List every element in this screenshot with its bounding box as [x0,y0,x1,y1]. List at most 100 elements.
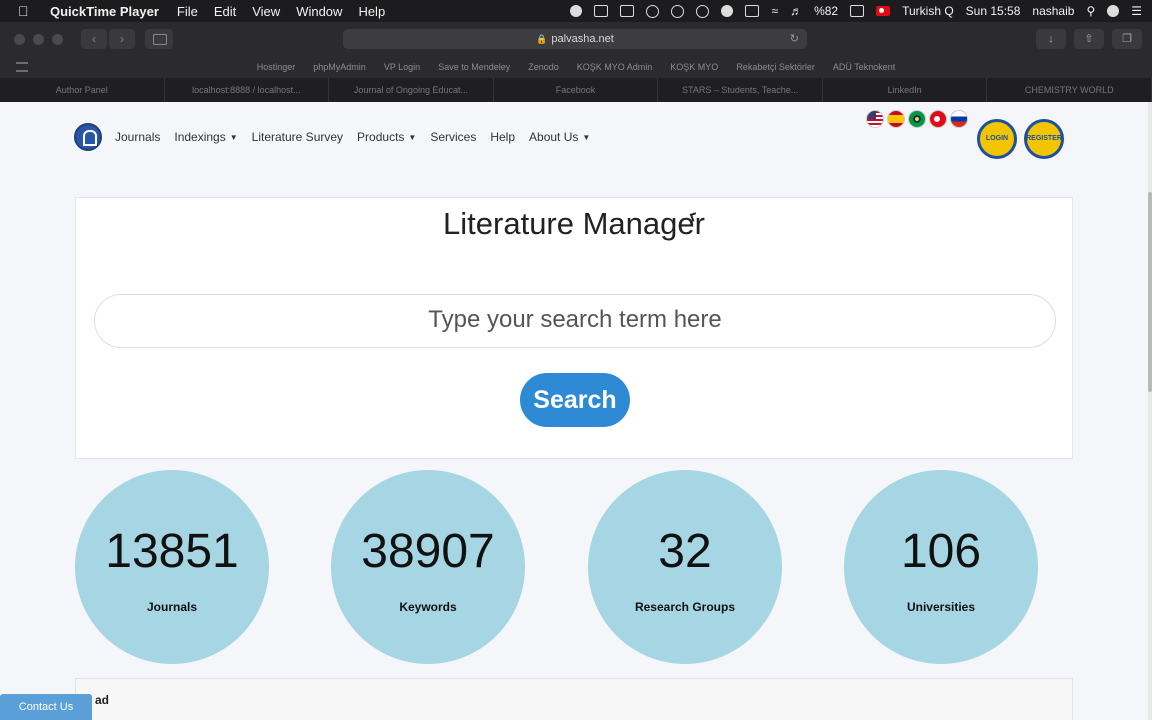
bookmarks-grid-icon[interactable] [16,62,28,72]
browser-tab[interactable]: Author Panel [0,78,165,102]
spotlight-search-icon[interactable]: ⚲ [1086,4,1095,18]
screenshot-icon[interactable] [620,5,635,17]
nav-about-us-label: About Us [529,130,579,144]
caret-down-icon: ▼ [229,133,238,142]
login-button[interactable]: LOGIN [977,119,1017,159]
browser-tab[interactable]: LinkedIn [823,78,988,102]
english-flag-icon[interactable] [866,110,884,128]
panel-heading: ad [95,693,110,707]
stat-label: Research Groups [634,600,736,614]
cloud-icon[interactable] [671,4,685,18]
bookmark-item[interactable]: Hostinger [257,62,296,72]
close-window-button[interactable] [14,33,25,45]
stat-research-groups: 32 Research Groups [588,470,782,664]
time-machine-icon[interactable] [696,4,710,18]
search-input[interactable]: Type your search term here [94,294,1056,348]
downloads-icon[interactable]: ↓ [1036,29,1066,49]
nav-indexings-label: Indexings [174,130,226,144]
nav-about-us[interactable]: About Us ▼ [529,130,590,144]
bluetooth-icon[interactable] [721,5,734,17]
bookmark-item[interactable]: ADÜ Teknokent [833,62,895,72]
nav-literature-survey-label: Literature Survey [251,130,344,144]
browser-tab[interactable]: CHEMISTRY WORLD [987,78,1152,102]
bookmark-item[interactable]: VP Login [384,62,420,72]
share-icon[interactable]: ⇧ [1074,29,1104,49]
battery-icon[interactable] [850,5,865,17]
stat-label: Keywords [399,600,457,614]
bookmark-item[interactable]: KOŞK MYO [670,62,718,72]
battery-percent[interactable]: %82 [814,4,838,18]
sidebar-toggle-icon[interactable] [145,29,173,49]
bookmark-item[interactable]: Save to Mendeley [438,62,510,72]
history-buttons: ‹ › [81,29,135,49]
keyboard-icon[interactable] [745,5,760,17]
web-page: Journals Indexings ▼ Literature Survey Pr… [0,102,1148,720]
spanish-flag-icon[interactable] [887,110,905,128]
tab-overview-icon[interactable]: ❐ [1112,29,1142,49]
wifi-icon[interactable]: ≈ [771,4,778,18]
portuguese-flag-icon[interactable] [908,110,926,128]
nav-services-label: Services [430,130,477,144]
nav-help[interactable]: Help [490,130,515,144]
record-icon[interactable] [570,5,583,17]
apple-menu-icon[interactable]:  [18,3,34,19]
nav-products-label: Products [357,130,405,144]
register-button[interactable]: REGISTER [1024,119,1064,159]
browser-tab[interactable]: Journal of Ongoing Educat... [329,78,494,102]
status-area: ≈ ♬ %82 Turkish Q Sun 15:58 nashaib ⚲ ☰ [570,0,1142,22]
browser-tab[interactable]: Facebook [494,78,659,102]
clock[interactable]: Sun 15:58 [966,4,1021,18]
menu-help[interactable]: Help [358,4,385,19]
minimize-window-button[interactable] [33,33,44,45]
stat-label: Journals [146,600,197,614]
nav-indexings[interactable]: Indexings ▼ [174,130,237,144]
input-source[interactable]: Turkish Q [902,4,954,18]
tab-bar: Author Panel localhost:8888 / localhost.… [0,78,1152,102]
caret-down-icon: ▼ [408,133,417,142]
nav-literature-survey[interactable]: Literature Survey [252,130,343,144]
bookmark-item[interactable]: phpMyAdmin [313,62,366,72]
user-name[interactable]: nashaib [1032,4,1074,18]
stat-value: 32 [658,525,712,578]
content-panel: ad [75,678,1073,720]
menu-window[interactable]: Window [296,4,342,19]
menu-edit[interactable]: Edit [214,4,236,19]
bookmark-item[interactable]: Zenodo [528,62,559,72]
language-flags [866,110,968,128]
zoom-window-button[interactable] [52,33,63,45]
page-scrollbar[interactable] [1148,102,1152,720]
nav-journals[interactable]: Journals [115,130,160,144]
turkish-flag-icon[interactable] [876,6,891,16]
menu-view[interactable]: View [252,4,280,19]
browser-tab[interactable]: localhost:8888 / localhost... [165,78,330,102]
stat-journals: 13851 Journals [75,470,269,664]
siri-icon[interactable] [1107,5,1120,17]
bookmark-item[interactable]: KOŞK MYO Admin [577,62,653,72]
nav-help-label: Help [490,130,516,144]
ghost-icon[interactable] [646,4,660,18]
stat-label: Universities [906,600,976,614]
bookmark-item[interactable]: Rekabetçi Sektörler [736,62,815,72]
nav-products[interactable]: Products ▼ [357,130,416,144]
forward-button[interactable]: › [109,29,135,49]
scrollbar-thumb[interactable] [1148,192,1152,392]
back-button[interactable]: ‹ [81,29,107,49]
dropbox-icon[interactable] [594,5,609,17]
nav-services[interactable]: Services [430,130,476,144]
russian-flag-icon[interactable] [950,110,968,128]
toolbar-actions: ↓ ⇧ ❐ [1036,29,1142,49]
stat-value: 13851 [105,525,239,578]
app-menu-name[interactable]: QuickTime Player [50,4,159,19]
reload-icon[interactable]: ↻ [790,29,799,49]
browser-tab[interactable]: STARS – Students, Teache... [658,78,823,102]
site-logo-icon[interactable] [74,123,102,151]
search-button[interactable]: Search [520,373,630,427]
volume-icon[interactable]: ♬ [790,4,802,18]
contact-us-button[interactable]: Contact Us [0,694,92,720]
lock-icon: 🔒 [536,34,548,44]
menu-file[interactable]: File [177,4,198,19]
address-bar[interactable]: 🔒 palvasha.net ↻ [343,29,807,49]
turkish-flag-icon[interactable] [929,110,947,128]
notification-center-icon[interactable]: ☰ [1131,4,1142,18]
page-title: Literature Manager [443,206,705,241]
